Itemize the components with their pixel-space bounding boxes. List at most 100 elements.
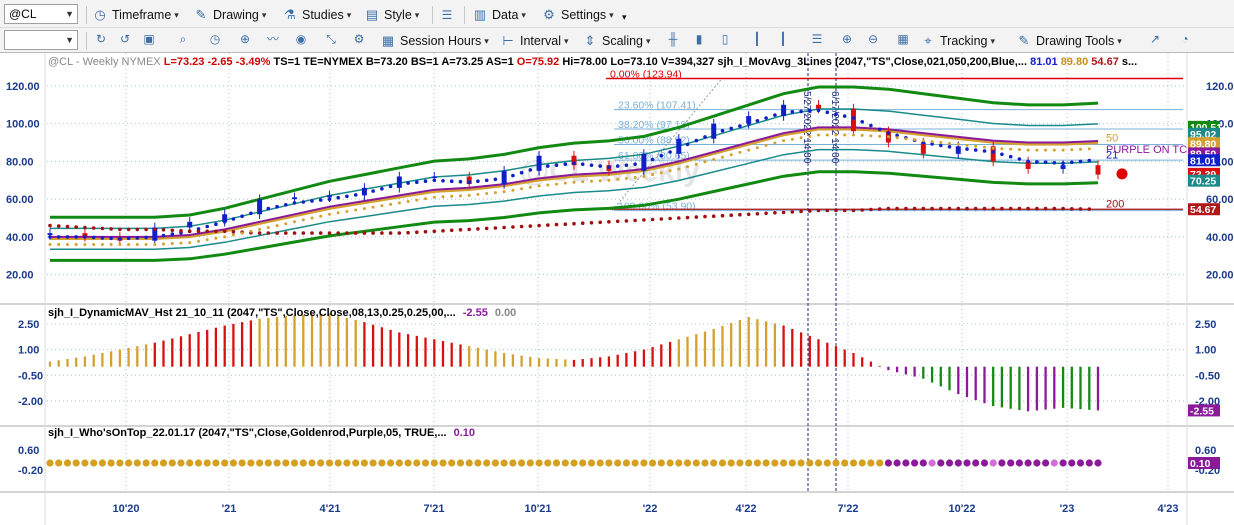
ma200-dot [179, 229, 183, 233]
ma50-dot [397, 201, 401, 205]
search-icon[interactable]: ⌕ [174, 30, 192, 48]
ma200-dot [790, 210, 795, 214]
ma21-dot [1070, 160, 1074, 165]
zoom-out-icon[interactable]: ⊖ [864, 30, 882, 48]
ma50-dot [1017, 148, 1021, 152]
ma200-dot [572, 221, 576, 226]
ma21-dot [816, 108, 821, 113]
zigzag-icon[interactable]: 〰 [264, 30, 282, 48]
gear-icon[interactable]: ⚙ [350, 30, 368, 48]
ma200-dot [327, 231, 332, 235]
ma21-dot [642, 161, 646, 166]
whos-on-top-dot [500, 459, 508, 467]
wide-bars-icon[interactable]: ┃ [774, 30, 792, 48]
interval-button[interactable]: ⊢ Interval ▾ [500, 30, 568, 52]
ma50-dot [362, 207, 366, 211]
zoom-in-icon[interactable]: ⊕ [838, 30, 856, 48]
ma200-dot [991, 206, 995, 211]
scaling-button[interactable]: ⇕ Scaling ▾ [582, 30, 651, 52]
ma200-dot [449, 228, 454, 233]
whos-on-top-dot [509, 459, 517, 467]
layout-icon[interactable]: ☰ [438, 6, 456, 24]
whos-on-top-dot [282, 459, 290, 467]
symbol-combo[interactable]: @CL ▼ [4, 4, 78, 24]
layout-icon[interactable]: ☰ [808, 30, 826, 48]
cursor-icon[interactable]: ⤡ [322, 30, 340, 48]
ma21-dot [493, 177, 498, 182]
ma200-dot [860, 208, 864, 212]
ma50-dot [686, 165, 689, 169]
settings-button[interactable]: ⚙ Settings ▾ [541, 4, 614, 26]
ma50-dot [852, 133, 855, 137]
whos-on-top-dot [177, 459, 185, 467]
dense-bars-icon[interactable]: ┃ [748, 30, 766, 48]
hollow-candle-icon[interactable]: ▯ [716, 30, 734, 48]
ma21-dot [511, 173, 515, 178]
ma50-dot [493, 191, 497, 195]
eye-icon[interactable]: ◉ [292, 30, 310, 48]
refresh-icon[interactable]: ↻ [92, 30, 110, 48]
ma21-dot [528, 168, 533, 172]
ma50-dot [878, 134, 882, 138]
bar-chart-icon: ▥ [473, 7, 487, 22]
x-tick-label: '22 [643, 503, 658, 515]
ma21-dot [458, 179, 463, 184]
high-value: Hi=78.00 [562, 56, 608, 68]
studies-button[interactable]: ⚗ Studies ▾ [282, 4, 351, 26]
timeframe-button[interactable]: ◷ Timeframe ▾ [92, 4, 178, 26]
grid-icon[interactable]: ▦ [894, 30, 912, 48]
candlestick-icon[interactable]: ▮ [690, 30, 708, 48]
reload-icon[interactable]: ↺ [116, 30, 134, 48]
session-hours-label: Session Hours [400, 34, 482, 48]
whos-on-top-dot [229, 459, 237, 467]
ma21-dot [415, 180, 419, 184]
price-tag-icon[interactable]: ⊕ [236, 30, 254, 48]
ma200-dot [275, 231, 279, 235]
gauge-icon[interactable]: ◔ [1176, 30, 1194, 48]
drawing-button[interactable]: ✎ Drawing ▾ [193, 4, 267, 26]
chart-area[interactable]: 120.00120.00100.00100.0080.0080.0060.006… [0, 52, 1234, 525]
chart-svg[interactable]: 120.00120.00100.00100.0080.0080.0060.006… [0, 53, 1234, 525]
whos-on-top-dot [465, 459, 473, 467]
x-tick-label: 4'23 [1158, 503, 1179, 515]
ma21-dot [318, 198, 323, 202]
scaling-icon: ⇕ [584, 33, 596, 48]
ma50-dot [668, 169, 672, 173]
chevron-down-icon: ▼ [65, 9, 74, 19]
ma50-dot [642, 175, 646, 178]
overflow-icon[interactable]: ▾ [622, 6, 627, 28]
drawing-tools-button[interactable]: ✎ Drawing Tools ▾ [1016, 30, 1122, 52]
ma50-dot [721, 155, 724, 159]
ma200-dot [187, 229, 192, 234]
whos-on-top-dot [911, 459, 919, 467]
interval-combo[interactable]: ▼ [4, 30, 78, 50]
whos-on-top-dot [919, 459, 927, 467]
ma200-dot [921, 206, 926, 211]
ma50-dot [755, 146, 759, 150]
ma200-dot [284, 231, 288, 235]
ma200-dot [886, 206, 891, 211]
trend-icon[interactable]: ↗ [1146, 30, 1164, 48]
ma21-dot [406, 181, 410, 185]
ma200-dot [738, 212, 742, 217]
bar-chart-type-icon[interactable]: ╫ [664, 30, 682, 48]
window-icon[interactable]: ▣ [140, 30, 158, 48]
interval-icon: ⊢ [502, 33, 514, 48]
ma50-dot [581, 180, 585, 184]
clock-icon[interactable]: ◷ [206, 30, 224, 48]
whos-on-top-dot [745, 459, 753, 467]
whos-on-top-dot [378, 459, 386, 467]
data-button[interactable]: ▥ Data ▾ [472, 4, 526, 26]
whos-on-top-dot [858, 459, 866, 467]
ma200-dot [1008, 206, 1013, 211]
tracking-button[interactable]: ⌖ Tracking ▾ [920, 30, 995, 52]
ma50-dot [319, 214, 323, 218]
ma200-dot [537, 223, 541, 228]
style-button[interactable]: ▤ Style ▾ [364, 4, 419, 26]
ma200-dot [65, 224, 70, 229]
study-label: sjh_I_MovAvg_3Lines (2047,"TS",Close,021… [717, 56, 1028, 68]
whos-on-top-dot [867, 459, 875, 467]
ma50-dot [808, 134, 812, 138]
session-hours-button[interactable]: ▦ Session Hours ▾ [380, 30, 489, 52]
studies-label: Studies [302, 8, 344, 22]
